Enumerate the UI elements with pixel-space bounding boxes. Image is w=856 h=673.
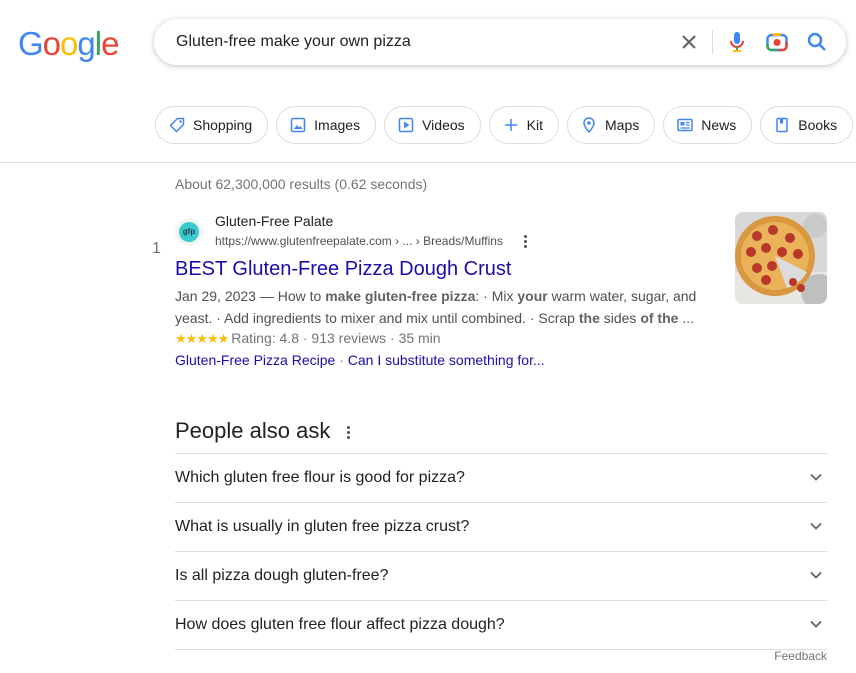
snippet-highlight: your — [517, 288, 548, 304]
paa-question[interactable]: Is all pizza dough gluten-free? — [175, 552, 827, 601]
search-icon[interactable] — [805, 30, 829, 54]
search-divider — [712, 30, 713, 54]
chevron-down-icon — [810, 522, 822, 530]
site-favicon[interactable]: gfp — [175, 218, 203, 246]
rating-text: Rating: 4.8 · 913 reviews · 35 min — [231, 330, 441, 346]
chip-label: News — [701, 117, 737, 133]
people-also-ask-list: Which gluten free flour is good for pizz… — [175, 453, 827, 650]
tag-icon — [169, 117, 185, 133]
paa-question-text: What is usually in gluten free pizza cru… — [175, 518, 470, 535]
image-icon — [290, 117, 306, 133]
people-also-ask-heading: People also ask — [175, 418, 331, 443]
chip-kit[interactable]: Kit — [488, 106, 559, 144]
logo-letter: o — [60, 25, 78, 62]
clear-icon[interactable] — [677, 30, 701, 54]
logo-letter: G — [18, 25, 44, 62]
paa-question[interactable]: How does gluten free flour affect pizza … — [175, 601, 827, 650]
rating-stars-icon: ★★★★★ — [175, 331, 229, 346]
site-favicon-logo: gfp — [179, 222, 199, 242]
lens-icon[interactable] — [765, 30, 789, 54]
search-box — [154, 19, 846, 65]
chip-label: Videos — [422, 117, 465, 133]
search-filter-chips: Shopping Images Videos Kit Maps News Boo… — [155, 106, 856, 146]
result-title-link[interactable]: BEST Gluten-Free Pizza Dough Crust — [175, 258, 511, 281]
paa-question[interactable]: What is usually in gluten free pizza cru… — [175, 503, 827, 552]
snippet-text: yeast. · Add ingredients to mixer and mi… — [175, 310, 579, 326]
play-icon — [398, 117, 414, 133]
mic-icon[interactable] — [725, 30, 749, 54]
logo-letter: g — [77, 25, 95, 62]
result-snippet: Jan 29, 2023 — How to make gluten-free p… — [175, 285, 705, 329]
chevron-down-icon — [810, 620, 822, 628]
result-stats: About 62,300,000 results (0.62 seconds) — [175, 176, 428, 192]
site-name[interactable]: Gluten-Free Palate — [215, 213, 333, 229]
snippet-text: sides — [599, 310, 641, 326]
chip-label: Shopping — [193, 117, 253, 133]
chevron-down-icon — [810, 473, 822, 481]
plus-icon — [504, 119, 517, 131]
site-url[interactable]: https://www.glutenfreepalate.com › ... ›… — [215, 234, 503, 248]
snippet-line-2: yeast. · Add ingredients to mixer and mi… — [175, 307, 705, 329]
rating-row: ★★★★★ Rating: 4.8 · 913 reviews · 35 min — [175, 330, 441, 347]
news-icon — [677, 118, 693, 132]
logo-letter: o — [42, 25, 61, 62]
result-rank: 1 — [152, 240, 161, 257]
paa-question-text: Which gluten free flour is good for pizz… — [175, 469, 465, 486]
more-options-icon[interactable] — [519, 232, 531, 250]
snippet-text: Jan 29, 2023 — How to — [175, 288, 326, 304]
paa-question[interactable]: Which gluten free flour is good for pizz… — [175, 454, 827, 503]
result-thumbnail-image[interactable] — [735, 212, 827, 304]
sitelink-separator: · — [335, 352, 348, 368]
snippet-highlight: the — [578, 310, 600, 326]
chip-label: Images — [314, 117, 361, 133]
logo-letter: e — [101, 25, 119, 62]
sitelinks: Gluten-Free Pizza Recipe · Can I substit… — [175, 352, 545, 368]
google-logo[interactable]: Google — [18, 24, 119, 64]
chevron-down-icon — [810, 571, 822, 579]
paa-more-options-icon[interactable] — [345, 424, 351, 440]
chip-images[interactable]: Images — [276, 106, 377, 144]
snippet-line-1: Jan 29, 2023 — How to make gluten-free p… — [175, 285, 705, 307]
chip-shopping[interactable]: Shopping — [155, 106, 269, 144]
chip-label: Kit — [526, 117, 543, 133]
paa-question-text: Is all pizza dough gluten-free? — [175, 567, 389, 584]
snippet-highlight: make gluten-free pizza — [325, 288, 476, 304]
map-pin-icon — [583, 117, 595, 133]
chip-videos[interactable]: Videos — [384, 106, 481, 144]
chip-maps[interactable]: Maps — [567, 106, 656, 144]
chips-divider — [0, 162, 856, 163]
chip-label: Books — [798, 117, 838, 133]
book-icon — [776, 117, 788, 133]
paa-question-text: How does gluten free flour affect pizza … — [175, 616, 505, 633]
chip-news[interactable]: News — [663, 106, 753, 144]
snippet-text: ... — [678, 310, 694, 326]
chip-label: Maps — [605, 117, 640, 133]
feedback-link[interactable]: Feedback — [774, 649, 827, 663]
sitelink[interactable]: Gluten-Free Pizza Recipe — [175, 352, 335, 368]
sitelink[interactable]: Can I substitute something for... — [348, 352, 545, 368]
snippet-text: warm water, sugar, and — [547, 288, 697, 304]
chip-books[interactable]: Books — [760, 106, 854, 144]
search-input[interactable] — [176, 19, 656, 65]
snippet-highlight: of the — [640, 310, 679, 326]
snippet-text: : · Mix — [475, 288, 518, 304]
